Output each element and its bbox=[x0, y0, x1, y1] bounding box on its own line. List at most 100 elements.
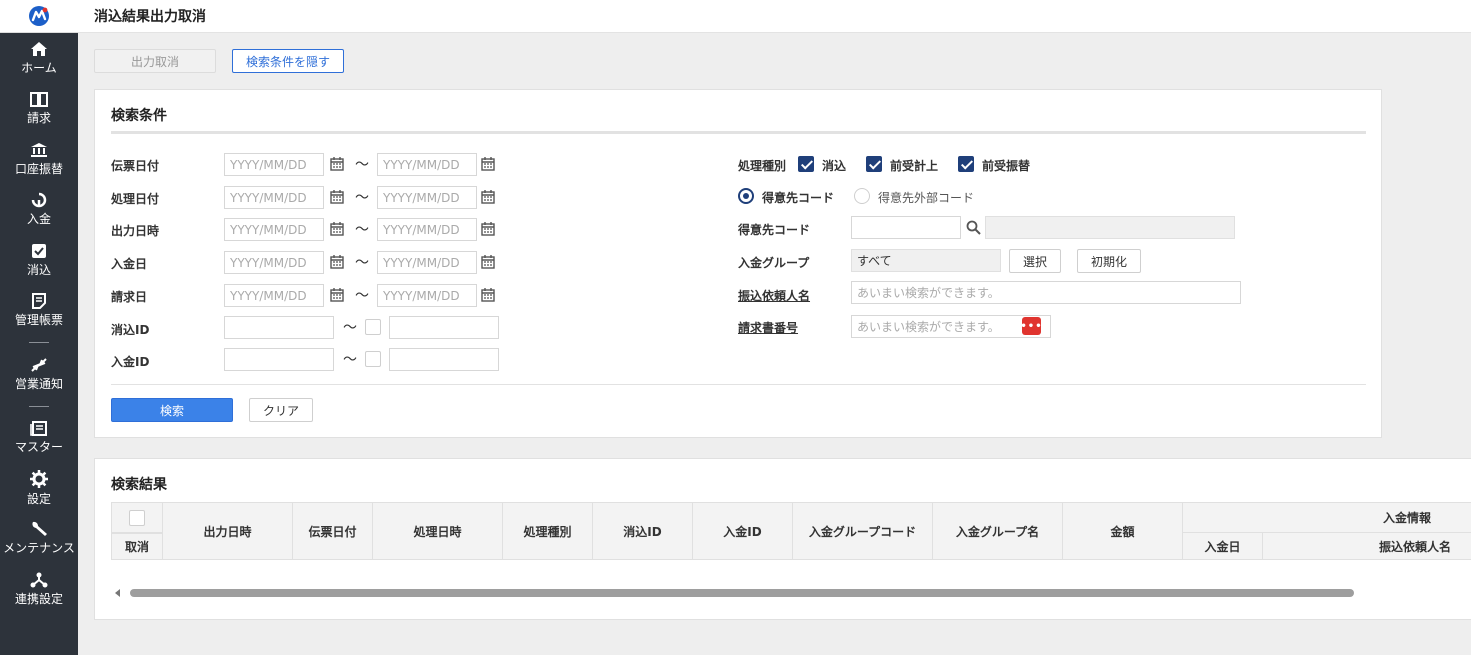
range-tilde: ～ bbox=[343, 352, 357, 368]
output-datetime-from-input[interactable]: YYYY/MM/DD bbox=[224, 218, 324, 241]
link-icon bbox=[30, 572, 48, 588]
billing-date-to-input[interactable]: YYYY/MM/DD bbox=[377, 284, 477, 307]
deposit-icon bbox=[31, 193, 47, 208]
deposit-id-to-input[interactable] bbox=[389, 348, 499, 371]
sidebar-item-maintenance[interactable]: メンテナンス bbox=[0, 514, 78, 565]
transfer-requester-label[interactable]: 振込依頼人名 bbox=[738, 287, 810, 304]
more-options-icon[interactable]: ••• bbox=[1020, 317, 1042, 335]
sidebar-item-home[interactable]: ホーム bbox=[0, 33, 78, 84]
column-header-deposit-date[interactable]: 入金日 bbox=[1182, 532, 1263, 560]
calendar-icon[interactable] bbox=[481, 157, 495, 171]
search-conditions-title: 検索条件 bbox=[111, 108, 167, 124]
cancel-output-button[interactable]: 出力取消 bbox=[94, 49, 216, 73]
column-header-group-name[interactable]: 入金グループ名 bbox=[932, 502, 1063, 560]
process-type-reconcile-checkbox[interactable] bbox=[798, 156, 814, 172]
range-tilde: ～ bbox=[355, 190, 369, 206]
invoice-number-label[interactable]: 請求書番号 bbox=[738, 319, 798, 336]
customer-code-radio-label: 得意先コード bbox=[762, 191, 835, 205]
process-type-advance-transfer-label: 前受振替 bbox=[982, 159, 1031, 173]
sidebar-item-reconcile[interactable]: 消込 bbox=[0, 235, 78, 286]
sidebar-item-label: ホーム bbox=[21, 60, 57, 75]
column-header-reconcile-id[interactable]: 消込ID bbox=[592, 502, 693, 560]
clear-button[interactable]: クリア bbox=[249, 398, 313, 422]
process-type-advance-record-checkbox[interactable] bbox=[866, 156, 882, 172]
calendar-icon[interactable] bbox=[330, 157, 344, 171]
column-header-requester-name[interactable]: 振込依頼人名 bbox=[1262, 532, 1471, 560]
output-datetime-to-input[interactable]: YYYY/MM/DD bbox=[377, 218, 477, 241]
column-header-process-type[interactable]: 処理種別 bbox=[502, 502, 593, 560]
sidebar-item-label: 設定 bbox=[26, 491, 51, 506]
sidebar-item-settings[interactable]: 設定 bbox=[0, 463, 78, 514]
sidebar-item-label: 営業通知 bbox=[14, 376, 63, 391]
process-date-to-input[interactable]: YYYY/MM/DD bbox=[377, 186, 477, 209]
sidebar-item-deposit[interactable]: 入金 bbox=[0, 185, 78, 236]
calendar-icon[interactable] bbox=[330, 222, 344, 236]
calendar-icon[interactable] bbox=[330, 288, 344, 302]
column-header-group-code[interactable]: 入金グループコード bbox=[792, 502, 933, 560]
deposit-group-label: 入金グループ bbox=[738, 256, 810, 270]
sidebar-item-integration[interactable]: 連携設定 bbox=[0, 564, 78, 615]
column-header-deposit-id[interactable]: 入金ID bbox=[692, 502, 793, 560]
deposit-id-from-input[interactable] bbox=[224, 348, 334, 371]
sidebar-item-label: 口座振替 bbox=[14, 161, 63, 176]
process-date-from-input[interactable]: YYYY/MM/DD bbox=[224, 186, 324, 209]
select-all-cell bbox=[111, 502, 163, 533]
process-type-reconcile-label: 消込 bbox=[822, 159, 847, 173]
transfer-requester-input[interactable]: あいまい検索ができます。 bbox=[851, 281, 1241, 304]
calendar-icon[interactable] bbox=[330, 190, 344, 204]
sidebar-item-master[interactable]: マスター bbox=[0, 413, 78, 464]
range-tilde: ～ bbox=[355, 255, 369, 271]
sidebar: ホーム 請求 口座振替 入金 消込 管理帳票 営業通知 マスター 設定 メンテナ… bbox=[0, 33, 78, 655]
process-type-advance-transfer-checkbox[interactable] bbox=[958, 156, 974, 172]
sidebar-item-billing[interactable]: 請求 bbox=[0, 84, 78, 135]
range-tilde: ～ bbox=[355, 288, 369, 304]
brand-logo-icon bbox=[29, 6, 49, 26]
calendar-icon[interactable] bbox=[481, 255, 495, 269]
customer-code-radio[interactable] bbox=[738, 188, 754, 204]
scroll-left-icon[interactable] bbox=[115, 589, 120, 597]
sidebar-item-account-transfer[interactable]: 口座振替 bbox=[0, 134, 78, 185]
customer-code-input[interactable] bbox=[851, 216, 961, 239]
voucher-date-label: 伝票日付 bbox=[111, 159, 160, 173]
reconcile-id-to-input[interactable] bbox=[389, 316, 499, 339]
deposit-date-to-input[interactable]: YYYY/MM/DD bbox=[377, 251, 477, 274]
deposit-group-reset-button[interactable]: 初期化 bbox=[1077, 249, 1141, 273]
calendar-icon[interactable] bbox=[481, 190, 495, 204]
search-conditions-panel: 検索条件 伝票日付 YYYY/MM/DD ～ YYYY/MM/DD 処理日付 Y… bbox=[94, 89, 1382, 438]
deposit-date-from-input[interactable]: YYYY/MM/DD bbox=[224, 251, 324, 274]
column-header-amount[interactable]: 金額 bbox=[1062, 502, 1183, 560]
customer-name-display bbox=[985, 216, 1235, 239]
deposit-id-label: 入金ID bbox=[111, 355, 150, 369]
billing-date-from-input[interactable]: YYYY/MM/DD bbox=[224, 284, 324, 307]
voucher-date-to-input[interactable]: YYYY/MM/DD bbox=[377, 153, 477, 176]
deposit-id-checkbox[interactable] bbox=[365, 351, 381, 367]
calendar-icon[interactable] bbox=[481, 222, 495, 236]
column-header-voucher-date[interactable]: 伝票日付 bbox=[292, 502, 373, 560]
logo[interactable] bbox=[0, 0, 78, 33]
reconcile-id-from-input[interactable] bbox=[224, 316, 334, 339]
reconcile-id-checkbox[interactable] bbox=[365, 319, 381, 335]
calendar-icon[interactable] bbox=[481, 288, 495, 302]
search-button[interactable]: 検索 bbox=[111, 398, 233, 422]
deposit-date-label: 入金日 bbox=[111, 257, 148, 271]
select-all-checkbox[interactable] bbox=[129, 509, 145, 526]
notify-icon bbox=[31, 358, 47, 372]
billing-date-label: 請求日 bbox=[111, 290, 148, 304]
calendar-icon[interactable] bbox=[330, 255, 344, 269]
scrollbar-thumb[interactable] bbox=[130, 589, 1354, 597]
column-header-deposit-info: 入金情報 bbox=[1182, 502, 1471, 533]
bank-icon bbox=[31, 142, 47, 157]
deposit-group-select-button[interactable]: 選択 bbox=[1009, 249, 1061, 273]
sidebar-item-sales-notice[interactable]: 営業通知 bbox=[0, 349, 78, 400]
sidebar-item-label: マスター bbox=[14, 440, 63, 455]
search-icon[interactable] bbox=[966, 220, 981, 235]
sidebar-item-reports[interactable]: 管理帳票 bbox=[0, 286, 78, 337]
wrench-icon bbox=[32, 522, 47, 537]
column-header-output-datetime[interactable]: 出力日時 bbox=[162, 502, 293, 560]
customer-external-code-radio[interactable] bbox=[854, 188, 870, 204]
horizontal-scrollbar[interactable] bbox=[111, 587, 1468, 599]
search-results-title: 検索結果 bbox=[111, 477, 167, 493]
hide-conditions-button[interactable]: 検索条件を隠す bbox=[232, 49, 344, 73]
column-header-process-datetime[interactable]: 処理日時 bbox=[372, 502, 503, 560]
voucher-date-from-input[interactable]: YYYY/MM/DD bbox=[224, 153, 324, 176]
